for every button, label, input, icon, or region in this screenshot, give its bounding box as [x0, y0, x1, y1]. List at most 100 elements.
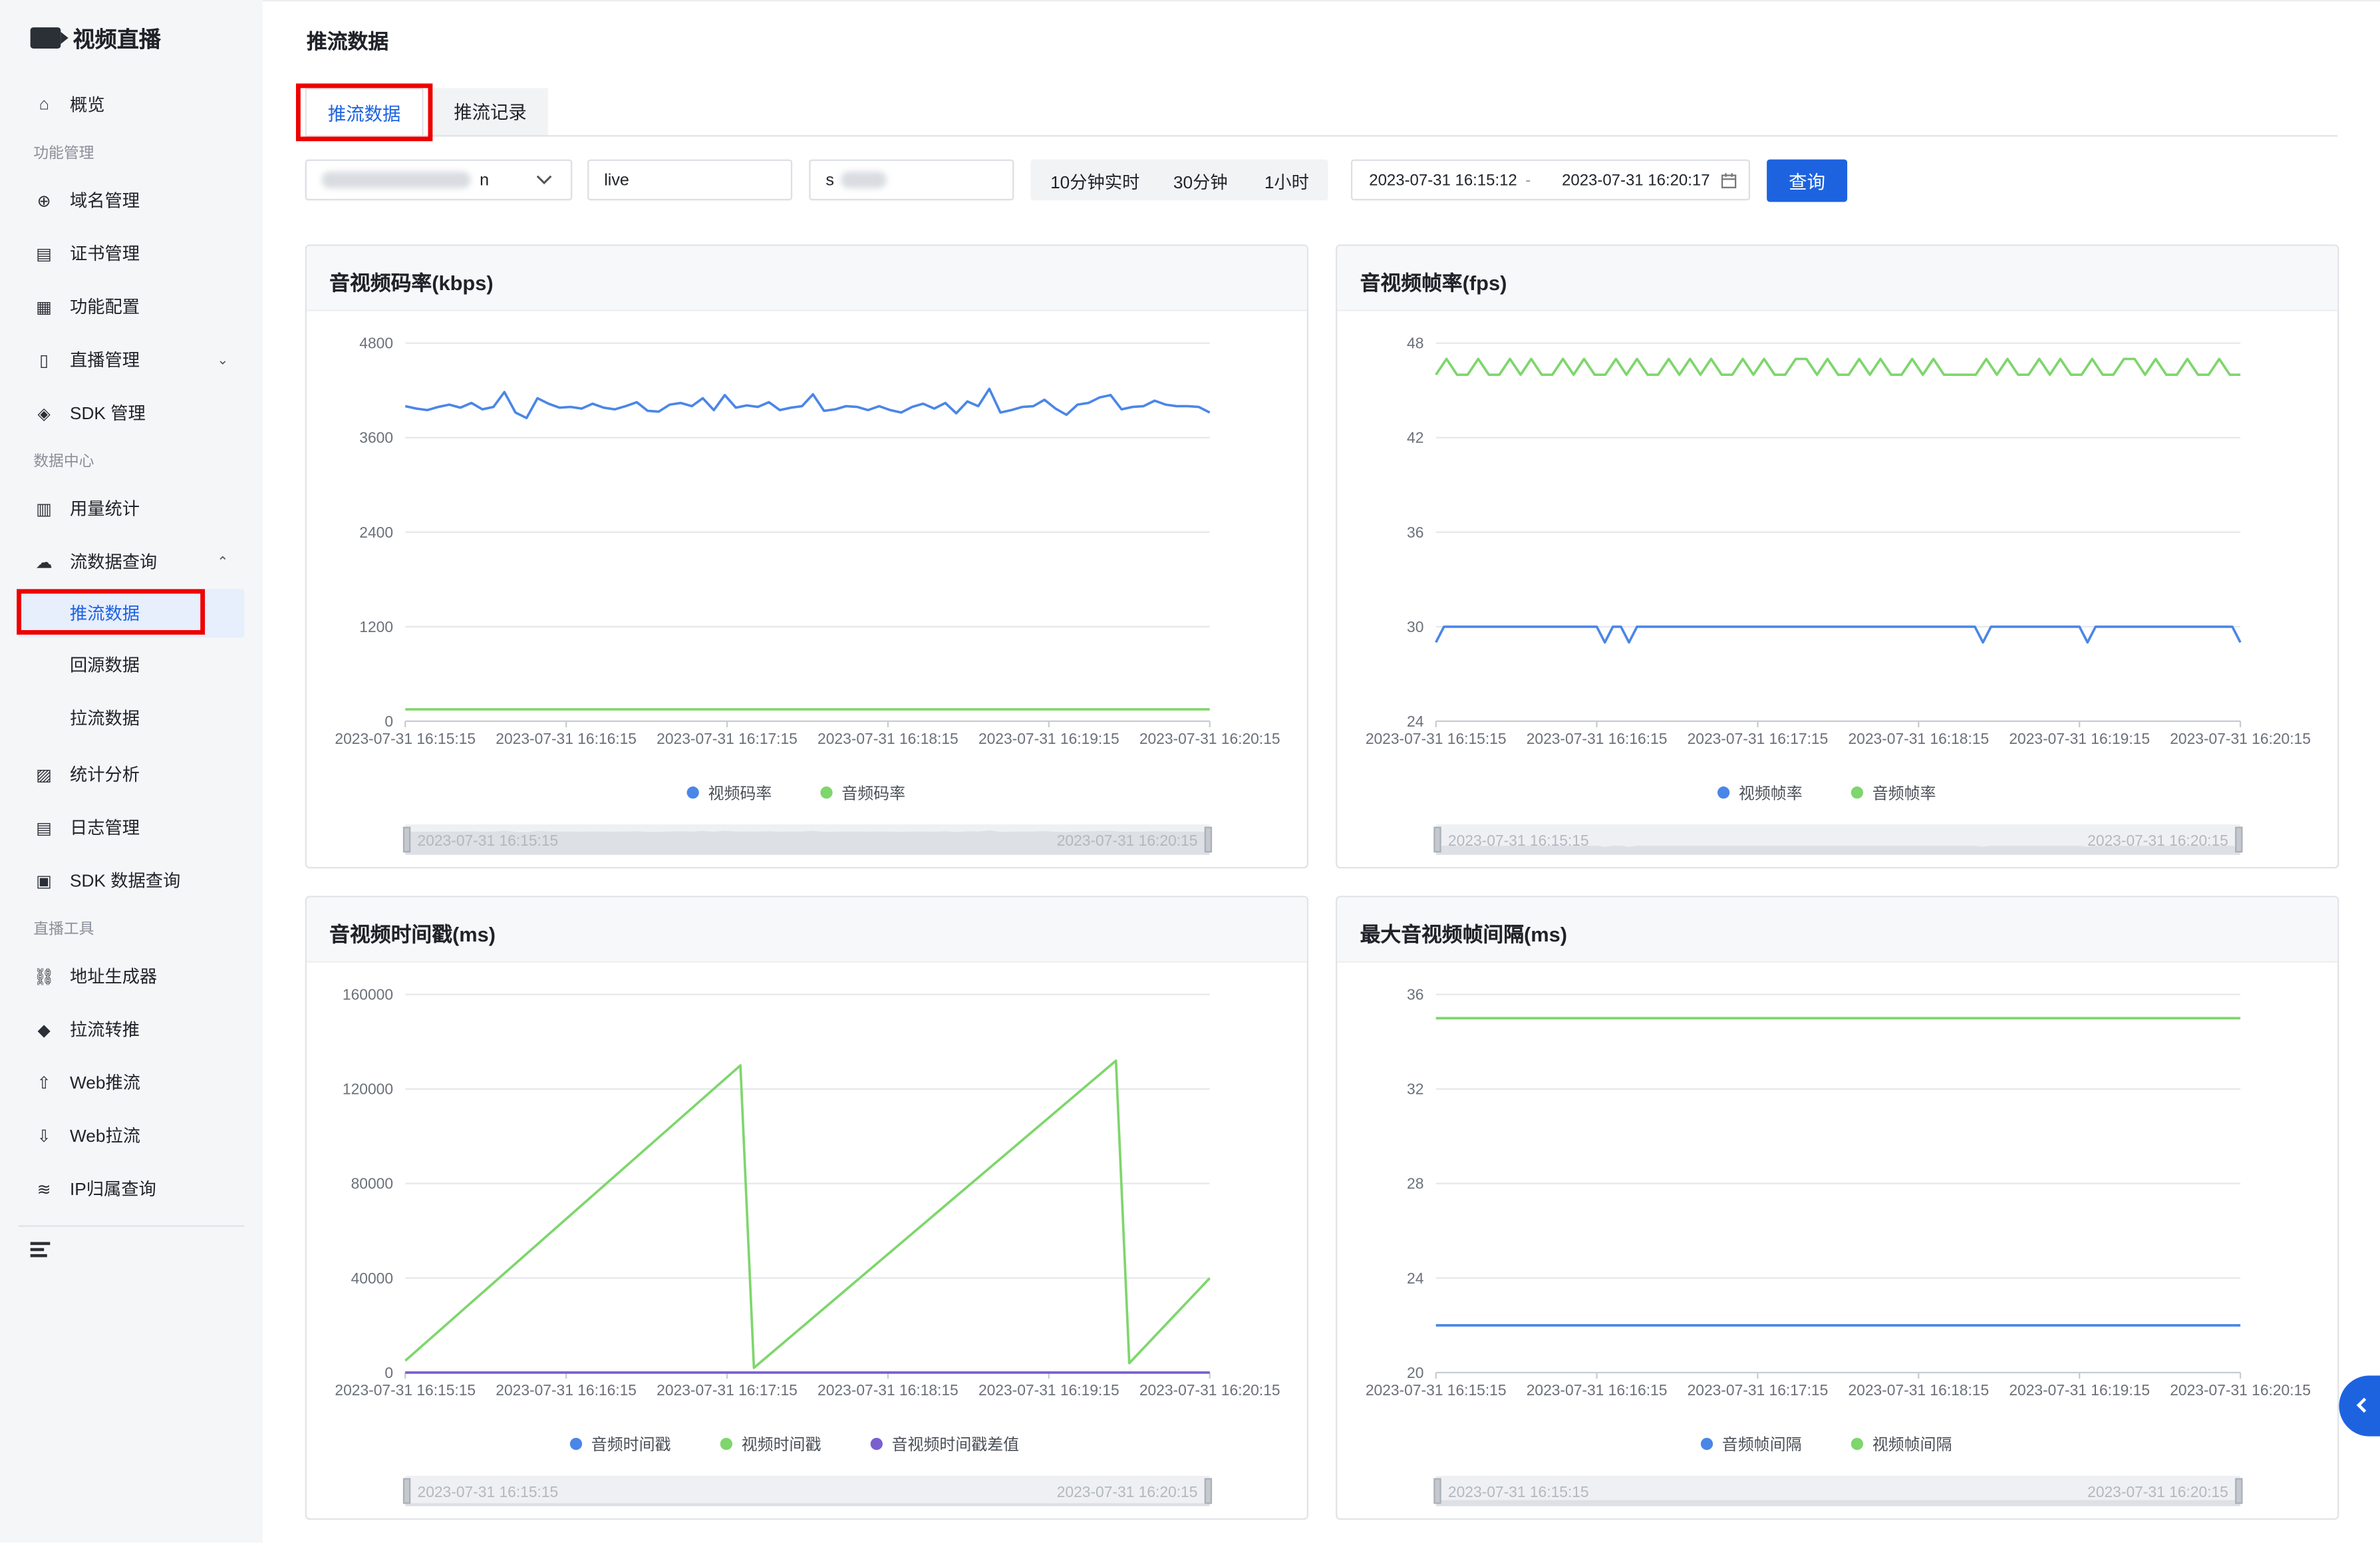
sidebar-item[interactable]: ▦ 功能配置	[0, 285, 263, 328]
y-tick-label: 0	[384, 1364, 393, 1381]
top-divider	[262, 0, 2380, 2]
side-collapse-tab[interactable]	[2339, 1375, 2380, 1437]
chart-title: 最大音视频帧间隔(ms)	[1360, 923, 1568, 946]
legend-label: 视频码率	[708, 784, 772, 802]
legend-label: 音频帧率	[1872, 784, 1936, 802]
app-name-value: live	[604, 170, 629, 190]
series-line	[404, 387, 1211, 420]
app-name-input[interactable]: live	[587, 159, 793, 201]
sidebar-item[interactable]: ▯ 直播管理 ⌄	[0, 339, 263, 381]
sidebar-item-label: 域名管理	[69, 192, 140, 212]
query-button[interactable]: 查询	[1767, 159, 1848, 202]
stream-name-input[interactable]: s	[809, 159, 1014, 201]
sidebar-item-label: 流数据查询	[69, 554, 158, 573]
tab-push-records[interactable]: 推流记录	[432, 88, 548, 137]
grid-icon: ▦	[36, 298, 53, 317]
sidebar-item[interactable]: ⇩ Web拉流	[0, 1114, 263, 1157]
sidebar-item[interactable]: ▥ 用量统计	[0, 487, 263, 530]
sidebar-item-label: 直播管理	[69, 352, 140, 371]
zoom-handle-right	[2235, 826, 2243, 853]
brand[interactable]: 视频直播	[30, 21, 161, 55]
upload-icon: ⇧	[37, 1074, 51, 1093]
legend-dot	[1717, 786, 1730, 799]
x-tick-label: 2023-07-31 16:15:15	[335, 730, 476, 747]
series-line	[404, 1059, 1211, 1369]
sidebar-item-label: IP归属查询	[69, 1181, 156, 1200]
date-range-picker[interactable]: 2023-07-31 16:15:12 - 2023-07-31 16:20:1…	[1350, 159, 1751, 201]
sidebar-item[interactable]: ☁ 流数据查询 ⌃	[0, 540, 263, 583]
chart-title: 音视频时间戳(ms)	[329, 923, 496, 946]
date-separator: -	[1525, 171, 1531, 190]
sidebar-item-label: Web拉流	[69, 1128, 140, 1146]
domain-select[interactable]: n	[305, 159, 573, 201]
date-end[interactable]: 2023-07-31 16:20:17	[1562, 172, 1710, 190]
zoom-start-label: 2023-07-31 16:15:15	[1448, 832, 1589, 849]
zoom-handle-right	[2235, 1478, 2243, 1504]
legend-label: 视频时间戳	[742, 1436, 821, 1454]
y-tick-label: 24	[1407, 713, 1424, 730]
x-tick-label: 2023-07-31 16:18:15	[818, 730, 959, 747]
legend-dot	[1700, 1437, 1713, 1451]
chevron-down-icon: ⌄	[217, 351, 229, 367]
sidebar-item[interactable]: ≋ IP归属查询	[0, 1168, 263, 1210]
layers-icon: ◈	[37, 405, 51, 423]
sidebar-item[interactable]: ◈ SDK 管理	[0, 392, 263, 434]
sidebar-item[interactable]: ⊕ 域名管理	[0, 179, 263, 222]
zoom-handle-right	[1204, 826, 1213, 853]
sidebar-item[interactable]: ▨ 统计分析	[0, 753, 263, 796]
zoom-end-label: 2023-07-31 16:20:15	[2087, 832, 2228, 849]
stream-name-value: s	[825, 170, 834, 190]
date-start[interactable]: 2023-07-31 16:15:12	[1369, 172, 1517, 190]
video-camera-icon	[30, 27, 69, 49]
sidebar-item-label: 拉流数据	[69, 710, 140, 729]
zoom-end-label: 2023-07-31 16:20:15	[1057, 1483, 1198, 1500]
mobile-icon: ▯	[39, 351, 49, 370]
tabs-underline	[305, 135, 2338, 137]
sidebar-item[interactable]: ▤ 证书管理	[0, 232, 263, 275]
zoom-handle-left	[1433, 1478, 1441, 1504]
y-tick-label: 80000	[351, 1175, 393, 1192]
legend-label: 视频帧率	[1739, 784, 1803, 802]
series-line	[1435, 625, 2242, 644]
sidebar-item[interactable]: ◆ 拉流转推	[0, 1008, 263, 1051]
legend-dot	[870, 1437, 883, 1451]
range-10min[interactable]: 10分钟实时	[1050, 170, 1139, 195]
legend-dot	[720, 1437, 733, 1451]
range-1hour[interactable]: 1小时	[1264, 170, 1309, 195]
x-tick-label: 2023-07-31 16:17:15	[1688, 730, 1829, 747]
chart-bitrate: 0 1200 2400 3600 4800 2023-07-31 16:15:15 2023…	[335, 335, 1280, 855]
analytics-icon: ▨	[36, 766, 53, 784]
y-tick-label: 20	[1407, 1364, 1423, 1381]
legend-label: 音频时间戳	[591, 1436, 671, 1454]
sidebar-item[interactable]: ⇧ Web推流	[0, 1061, 263, 1104]
x-tick-label: 2023-07-31 16:17:15	[657, 1381, 798, 1399]
y-tick-label: 30	[1407, 618, 1423, 635]
legend-label: 视频帧间隔	[1872, 1436, 1952, 1454]
x-tick-label: 2023-07-31 16:20:15	[1139, 1381, 1280, 1399]
sidebar-item[interactable]: ⛓ 地址生成器	[0, 955, 263, 997]
legend-dot	[686, 786, 699, 799]
range-30min[interactable]: 30分钟	[1173, 170, 1228, 195]
sidebar-subitem[interactable]: 拉流数据	[0, 695, 263, 738]
y-tick-label: 48	[1407, 335, 1423, 352]
sidebar-item[interactable]: ▣ SDK 数据查询	[0, 860, 263, 902]
chart-title: 音视频码率(kbps)	[329, 271, 494, 295]
sidebar-item[interactable]: ▤ 日志管理	[0, 806, 263, 849]
zoom-preview	[405, 1503, 1210, 1506]
x-tick-label: 2023-07-31 16:16:15	[1527, 730, 1668, 747]
y-tick-label: 120000	[343, 1081, 393, 1098]
chart-card-timestamp: 音视频时间戳(ms) 0 40000 80000 120000 160000 2023-0…	[305, 896, 1308, 1520]
sidebar-item[interactable]: ⌂ 概览	[0, 84, 263, 126]
legend-label: 音频码率	[841, 784, 905, 802]
x-tick-label: 2023-07-31 16:20:15	[2170, 730, 2311, 747]
sidebar-subitem[interactable]: 回源数据	[0, 642, 263, 685]
collapse-menu-icon[interactable]	[30, 1242, 51, 1260]
y-tick-label: 40000	[351, 1270, 393, 1287]
legend-dot	[1851, 1437, 1864, 1451]
chart-card-frame-interval: 最大音视频帧间隔(ms) 20 24 28 32 36 2023-07-31 16:15:…	[1336, 896, 2339, 1520]
sidebar-item-label: 功能配置	[69, 299, 140, 317]
x-tick-label: 2023-07-31 16:18:15	[1848, 1381, 1989, 1399]
chart-card-framerate: 音视频帧率(fps) 24 30 36 42 48 2023-07-31 16:15:15…	[1336, 244, 2339, 869]
sidebar-group-label: 数据中心	[33, 454, 94, 471]
zoom-handle-left	[402, 1478, 411, 1504]
